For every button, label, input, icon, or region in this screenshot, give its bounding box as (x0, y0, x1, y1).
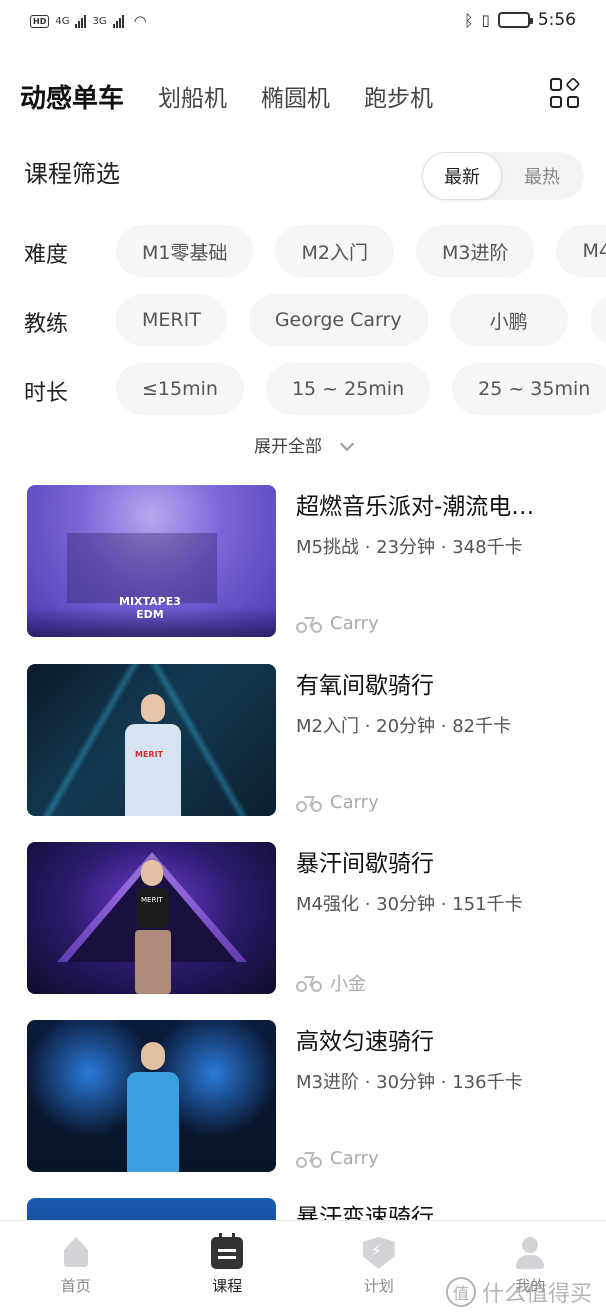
course-title: 超燃音乐派对-潮流电… (296, 494, 535, 520)
expand-all-label: 展开全部 (254, 437, 322, 457)
3g-label: 3G (92, 15, 107, 27)
course-thumbnail (27, 1020, 276, 1172)
nav-courses[interactable]: 课程 (152, 1221, 304, 1314)
course-title: 有氧间歇骑行 (296, 673, 434, 699)
bluetooth-icon: ᛒ (463, 10, 474, 30)
course-title: 高效匀速骑行 (296, 1029, 434, 1055)
filter-row-coach: 教练 MERIT George Carry 小鹏 (0, 294, 606, 346)
course-meta: M3进阶 · 30分钟 · 136千卡 (296, 1072, 523, 1093)
calendar-icon (211, 1233, 244, 1269)
chip-coach-more[interactable] (589, 294, 606, 346)
bike-icon (296, 794, 322, 812)
tab-elliptical[interactable]: 椭圆机 (261, 79, 330, 113)
chip-m1[interactable]: M1零基础 (116, 225, 254, 277)
bike-icon (296, 974, 322, 992)
course-meta: M2入门 · 20分钟 · 82千卡 (296, 716, 512, 737)
battery-icon (497, 12, 533, 28)
course-thumbnail: MIXTAPE3 EDM (27, 485, 276, 637)
chip-m2[interactable]: M2入门 (275, 225, 394, 277)
chip-list: M1零基础 M2入门 M3进阶 M4 (116, 225, 606, 277)
course-item[interactable]: MERIT 有氧间歇骑行 M2入门 · 20分钟 · 82千卡 Carry (27, 664, 587, 816)
chevron-down-icon (339, 436, 355, 452)
hd-badge: HD (30, 14, 50, 28)
nav-label: 计划 (363, 1277, 394, 1295)
4g-label: 4G (55, 15, 70, 27)
chip-m4[interactable]: M4 (556, 225, 606, 277)
filter-row-difficulty: 难度 M1零基础 M2入门 M3进阶 M4 (0, 225, 606, 277)
chip-list: ≤15min 15 ~ 25min 25 ~ 35min (116, 363, 606, 415)
watermark: 值 什么值得买 (445, 1276, 592, 1308)
chip-m3[interactable]: M3进阶 (415, 225, 535, 277)
course-coach: Carry (296, 1148, 379, 1169)
nav-label: 课程 (212, 1277, 243, 1295)
chip-coach-george[interactable]: George Carry (248, 294, 428, 346)
wifi-icon: ◠ (133, 12, 147, 30)
coach-name: Carry (330, 1148, 379, 1169)
profile-icon (514, 1237, 546, 1269)
equipment-tabs: 动感单车 划船机 椭圆机 跑步机 (20, 74, 586, 118)
thumb-text: EDM (136, 608, 164, 621)
nav-plan[interactable]: 计划 (303, 1221, 455, 1314)
coach-name: Carry (330, 792, 379, 813)
filter-row-duration: 时长 ≤15min 15 ~ 25min 25 ~ 35min (0, 363, 606, 415)
clock: 5:56 (537, 10, 576, 30)
bike-icon (296, 615, 322, 633)
bike-icon (296, 1150, 322, 1168)
tab-spin-bike[interactable]: 动感单车 (20, 78, 124, 115)
filter-label: 难度 (24, 243, 69, 268)
chip-duration-15[interactable]: ≤15min (116, 363, 244, 415)
chip-duration-15-25[interactable]: 15 ~ 25min (265, 363, 431, 415)
course-item[interactable]: MIXTAPE3 EDM 超燃音乐派对-潮流电… M5挑战 · 23分钟 · 3… (27, 485, 587, 637)
plan-shield-icon (362, 1237, 395, 1269)
signal-icon (75, 14, 87, 28)
filter-label: 时长 (24, 381, 69, 406)
thumb-text: MERIT (135, 750, 164, 759)
course-coach: Carry (296, 613, 379, 634)
watermark-text: 什么值得买 (481, 1282, 592, 1307)
sort-toggle: 最新 最热 (422, 152, 584, 200)
chip-duration-25-35[interactable]: 25 ~ 35min (452, 363, 606, 415)
filter-label: 教练 (24, 312, 69, 337)
course-thumbnail: MERIT (27, 842, 276, 994)
sort-hottest-button[interactable]: 最热 (502, 152, 582, 200)
watermark-badge: 值 (445, 1277, 476, 1307)
filter-title: 课程筛选 (24, 160, 120, 188)
course-coach: Carry (296, 792, 379, 813)
apps-grid-icon[interactable] (550, 76, 581, 108)
course-meta: M4强化 · 30分钟 · 151千卡 (296, 894, 523, 915)
thumb-text: MIXTAPE3 (119, 595, 181, 608)
chip-coach-merit[interactable]: MERIT (116, 294, 227, 346)
status-bar: HD 4G 3G ◠ ᛒ ▯ 5:56 (0, 0, 606, 44)
tab-treadmill[interactable]: 跑步机 (364, 79, 433, 113)
tab-rowing[interactable]: 划船机 (158, 79, 227, 113)
chip-list: MERIT George Carry 小鹏 (116, 294, 606, 346)
thumb-text: MERIT (141, 896, 163, 904)
expand-all-button[interactable]: 展开全部 (0, 432, 606, 457)
coach-name: 小金 (330, 974, 366, 995)
status-right: ᛒ ▯ 5:56 (464, 10, 576, 30)
course-meta: M5挑战 · 23分钟 · 348千卡 (296, 537, 523, 558)
course-item[interactable]: 暴汗变速骑行 (27, 1198, 587, 1220)
status-indicators: HD 4G 3G ◠ (30, 12, 147, 30)
course-title: 暴汗间歇骑行 (296, 851, 434, 877)
course-item[interactable]: 高效匀速骑行 M3进阶 · 30分钟 · 136千卡 Carry (27, 1020, 587, 1172)
course-title: 暴汗变速骑行 (296, 1205, 434, 1220)
nav-label: 首页 (60, 1277, 91, 1295)
nav-home[interactable]: 首页 (0, 1221, 152, 1314)
coach-name: Carry (330, 613, 379, 634)
signal-icon-2 (112, 14, 124, 28)
vibrate-icon: ▯ (481, 11, 490, 29)
sort-newest-button[interactable]: 最新 (422, 152, 502, 200)
course-item[interactable]: MERIT 暴汗间歇骑行 M4强化 · 30分钟 · 151千卡 小金 (27, 842, 587, 996)
course-thumbnail: MERIT (27, 664, 276, 816)
course-thumbnail (27, 1198, 276, 1220)
home-icon (60, 1237, 92, 1269)
course-coach: 小金 (296, 970, 366, 996)
chip-coach-xiaopeng[interactable]: 小鹏 (449, 294, 568, 346)
